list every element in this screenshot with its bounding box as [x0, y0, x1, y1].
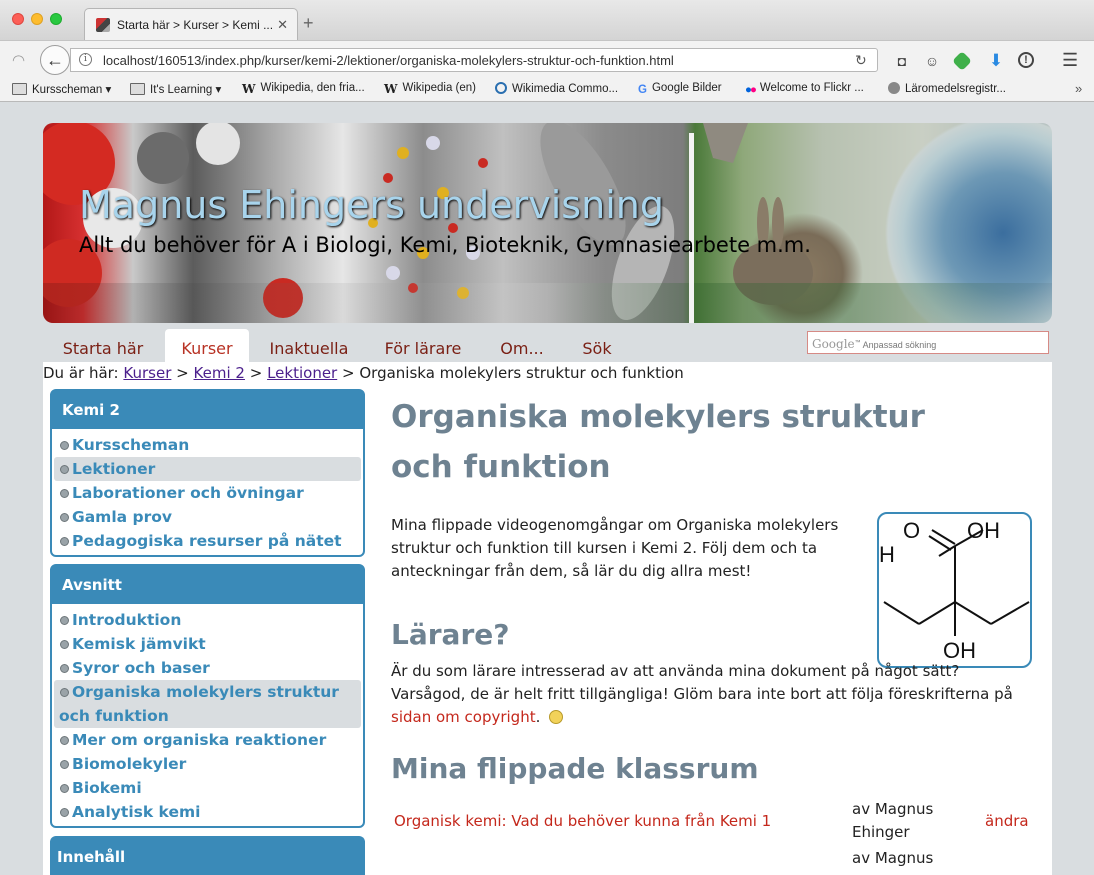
heading-larare: Lärare?	[391, 618, 510, 651]
google-logo: Google	[812, 337, 855, 351]
site-title[interactable]: Magnus Ehingers undervisning	[79, 183, 664, 227]
nav-kurser[interactable]: Kurser	[165, 329, 249, 362]
molecule-image: O OH H OH	[877, 512, 1032, 668]
article: Organiska molekylers struktur och funkti…	[391, 392, 1046, 867]
bookmarks-toolbar: Kursscheman ▾ It's Learning ▾ W Wikipedia…	[0, 78, 1094, 101]
nav-starta-har[interactable]: Starta här	[53, 329, 153, 362]
video-link[interactable]: Organisk kemi: Vad du behöver kunna från…	[394, 810, 771, 833]
lactic-acid-structure-icon: O OH H OH	[879, 518, 1030, 663]
hamburger-menu-icon[interactable]: ☰	[1062, 50, 1078, 71]
sidebar-innehall-title: Innehåll	[52, 838, 363, 875]
sidebar-item-syror-och-baser[interactable]: Syror och baser	[54, 656, 361, 680]
minimize-window-button[interactable]	[31, 13, 43, 25]
breadcrumb: Du är här: Kurser > Kemi 2 > Lektioner >…	[43, 364, 684, 382]
bookmark-folder-kursscheman[interactable]: Kursscheman ▾	[12, 82, 111, 96]
web-page: Magnus Ehingers undervisning Allt du beh…	[0, 102, 1094, 875]
url-text: localhost/160513/index.php/kurser/kemi-2…	[103, 53, 674, 68]
flickr-icon: ●●	[745, 84, 757, 96]
breadcrumb-link-kemi2[interactable]: Kemi 2	[194, 364, 245, 382]
nav-sok[interactable]: Sök	[573, 329, 621, 362]
nav-for-larare[interactable]: För lärare	[375, 329, 471, 362]
google-icon: G	[638, 84, 647, 96]
download-icon[interactable]: ⬇	[987, 52, 1005, 70]
smiley-icon[interactable]: ☺	[923, 52, 941, 70]
sidebar-item-kursscheman[interactable]: Kursscheman	[54, 433, 361, 457]
video-edit-link[interactable]: ändra	[985, 810, 1029, 833]
globe-icon	[888, 82, 900, 94]
sidebar-item-introduktion[interactable]: Introduktion	[54, 608, 361, 632]
url-bar[interactable]: i localhost/160513/index.php/kurser/kemi…	[70, 48, 878, 72]
browser-tab[interactable]: Starta här > Kurser > Kemi ... ✕	[84, 8, 298, 40]
title-bar: Starta här > Kurser > Kemi ... ✕ +	[0, 0, 1094, 40]
molecule-label-h: H	[879, 542, 895, 567]
search-placeholder: Anpassad sökning	[862, 340, 937, 350]
sidebar-kemi2-menu: Kemi 2 Kursscheman Lektioner Laboratione…	[50, 389, 365, 557]
nav-om[interactable]: Om...	[489, 329, 555, 362]
back-button[interactable]: ←	[40, 45, 70, 75]
sidebar-item-gamla-prov[interactable]: Gamla prov	[54, 505, 361, 529]
wikimedia-icon	[495, 82, 507, 94]
wikipedia-icon: W	[384, 82, 398, 96]
sidebar-avsnitt-title: Avsnitt	[52, 566, 363, 604]
page-title: Organiska molekylers struktur och funkti…	[391, 399, 925, 485]
tab-title: Starta här > Kurser > Kemi ...	[117, 18, 274, 32]
breadcrumb-link-lektioner[interactable]: Lektioner	[267, 364, 337, 382]
site-info-icon[interactable]: i	[79, 53, 92, 66]
bookmark-flickr[interactable]: ●● Welcome to Flickr ...	[745, 82, 864, 96]
heading-flippade-klassrum: Mina flippade klassrum	[391, 752, 759, 785]
sidebar-item-lektioner[interactable]: Lektioner	[54, 457, 361, 481]
sidebar-innehall-menu: Innehåll	[50, 836, 365, 875]
sidebar-item-analytisk-kemi[interactable]: Analytisk kemi	[54, 800, 361, 824]
molecule-label-oh-top: OH	[967, 518, 1000, 543]
bookmark-wikipedia-sv[interactable]: W Wikipedia, den fria...	[242, 82, 365, 96]
video-author: av Magnus Ehinger	[852, 800, 934, 841]
folder-icon	[130, 83, 145, 95]
copyright-link[interactable]: sidan om copyright	[391, 708, 536, 726]
content-area: Du är här: Kurser > Kemi 2 > Lektioner >…	[43, 362, 1052, 875]
pocket-icon[interactable]: ◘	[893, 52, 911, 70]
close-tab-icon[interactable]: ✕	[277, 17, 288, 33]
alert-icon[interactable]: !	[1018, 52, 1034, 68]
site-banner: Magnus Ehingers undervisning Allt du beh…	[43, 123, 1052, 323]
new-tab-button[interactable]: +	[303, 14, 314, 32]
sidebar-kemi2-title: Kemi 2	[52, 391, 363, 429]
zoom-window-button[interactable]	[50, 13, 62, 25]
folder-icon	[12, 83, 27, 95]
teachers-paragraph: Är du som lärare intresserad av att anvä…	[391, 662, 1013, 726]
browser-chrome: Starta här > Kurser > Kemi ... ✕ + ◠ i l…	[0, 0, 1094, 102]
sidebar-item-organiska-reaktioner[interactable]: Mer om organiska reaktioner	[54, 728, 361, 752]
navigation-toolbar: ◠ i localhost/160513/index.php/kurser/ke…	[0, 40, 1094, 78]
intro-paragraph: Mina flippade videogenomgångar om Organi…	[391, 516, 839, 580]
site-subtitle: Allt du behöver för A i Biologi, Kemi, B…	[79, 233, 811, 257]
close-window-button[interactable]	[12, 13, 24, 25]
google-search-input[interactable]: Google™ Anpassad sökning	[807, 331, 1049, 354]
video-author-2: av Magnus	[852, 849, 934, 867]
extension-icon[interactable]	[952, 51, 972, 71]
bookmark-google-bilder[interactable]: G Google Bilder	[638, 82, 722, 96]
breadcrumb-current: Organiska molekylers struktur och funkti…	[359, 364, 684, 382]
sidebar-item-biokemi[interactable]: Biokemi	[54, 776, 361, 800]
main-navigation: Starta här Kurser Inaktuella För lärare …	[43, 326, 813, 362]
sidebar-item-laborationer[interactable]: Laborationer och övningar	[54, 481, 361, 505]
molecule-label-o: O	[903, 518, 920, 543]
breadcrumb-link-kurser[interactable]: Kurser	[123, 364, 171, 382]
bookmark-wikipedia-en[interactable]: W Wikipedia (en)	[384, 82, 476, 96]
site-favicon-icon	[96, 18, 110, 32]
sidebar-avsnitt-menu: Avsnitt Introduktion Kemisk jämvikt Syro…	[50, 564, 365, 828]
wikipedia-icon: W	[242, 82, 256, 96]
rss-icon[interactable]: ◠	[12, 51, 25, 69]
chevron-right-icon[interactable]: »	[1075, 81, 1082, 96]
nav-inaktuella[interactable]: Inaktuella	[261, 329, 357, 362]
sidebar-item-biomolekyler[interactable]: Biomolekyler	[54, 752, 361, 776]
sidebar-item-organiska-molekylers[interactable]: Organiska molekylers struktur och funkti…	[54, 680, 361, 728]
bookmark-laromedel[interactable]: Läromedelsregistr...	[888, 82, 1006, 95]
bookmark-folder-itslearning[interactable]: It's Learning ▾	[130, 82, 221, 96]
bookmark-wikimedia[interactable]: Wikimedia Commo...	[495, 82, 618, 95]
sidebar-item-kemisk-jamvikt[interactable]: Kemisk jämvikt	[54, 632, 361, 656]
reload-icon[interactable]: ↻	[855, 52, 867, 69]
smiley-emoticon-icon	[549, 710, 564, 724]
sidebar-item-pedagogiska-resurser[interactable]: Pedagogiska resurser på nätet	[54, 529, 361, 553]
